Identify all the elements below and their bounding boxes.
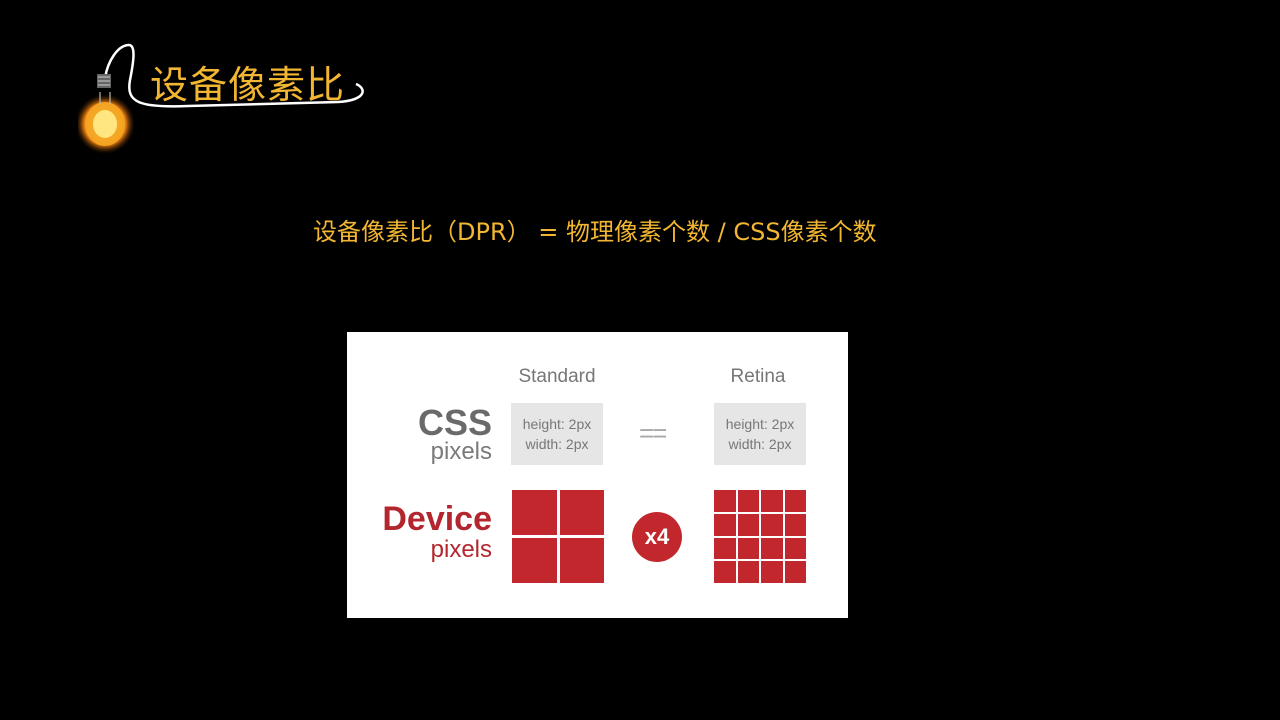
device-pixel-cell	[737, 513, 759, 536]
retina-height-text: height: 2px	[725, 416, 795, 432]
equals-sign: ==	[639, 418, 667, 448]
dpr-diagram: Standard Retina CSS pixels Device pixels…	[347, 332, 848, 618]
device-pixel-cell	[761, 490, 783, 512]
column-standard-label: Standard	[518, 366, 596, 387]
device-pixel-cell	[784, 537, 806, 560]
device-pixel-cell	[784, 561, 806, 583]
device-pixel-cell	[761, 537, 783, 560]
device-pixel-cell	[737, 490, 759, 512]
device-pixel-cell	[512, 538, 557, 583]
device-pixel-cell	[559, 538, 604, 583]
device-pixel-cell	[714, 513, 736, 536]
column-retina-label: Retina	[730, 366, 786, 387]
device-pixel-cell	[559, 490, 604, 535]
device-pixel-cell	[714, 537, 736, 560]
multiplier-badge: x4	[632, 512, 682, 562]
standard-height-text: height: 2px	[522, 416, 592, 432]
standard-device-pixel-grid	[512, 490, 604, 583]
retina-width-text: width: 2px	[728, 436, 792, 452]
standard-css-dimensions: height: 2px width: 2px	[511, 403, 603, 465]
page-title: 设备像素比	[150, 63, 346, 107]
slide: 设备像素比 设备像素比（DPR） = 物理像素个数 / CSS像素个数 Stan…	[0, 0, 1280, 720]
slide-header: 设备像素比	[78, 40, 378, 160]
dpr-formula: 设备像素比（DPR） = 物理像素个数 / CSS像素个数	[313, 218, 877, 246]
retina-css-dimensions: height: 2px width: 2px	[714, 403, 806, 465]
device-row-sublabel: pixels	[430, 536, 492, 563]
device-row-label: Device	[382, 500, 492, 538]
device-pixel-cell	[714, 561, 736, 583]
css-row-sublabel: pixels	[430, 438, 492, 465]
device-pixel-cell	[512, 490, 557, 535]
device-pixel-cell	[761, 513, 783, 536]
standard-width-text: width: 2px	[525, 436, 589, 452]
device-pixel-cell	[737, 561, 759, 583]
device-pixel-cell	[714, 490, 736, 512]
device-pixel-cell	[737, 537, 759, 560]
retina-device-pixel-grid	[714, 490, 806, 583]
device-pixel-cell	[784, 513, 806, 536]
device-pixel-cell	[761, 561, 783, 583]
device-pixel-cell	[784, 490, 806, 512]
